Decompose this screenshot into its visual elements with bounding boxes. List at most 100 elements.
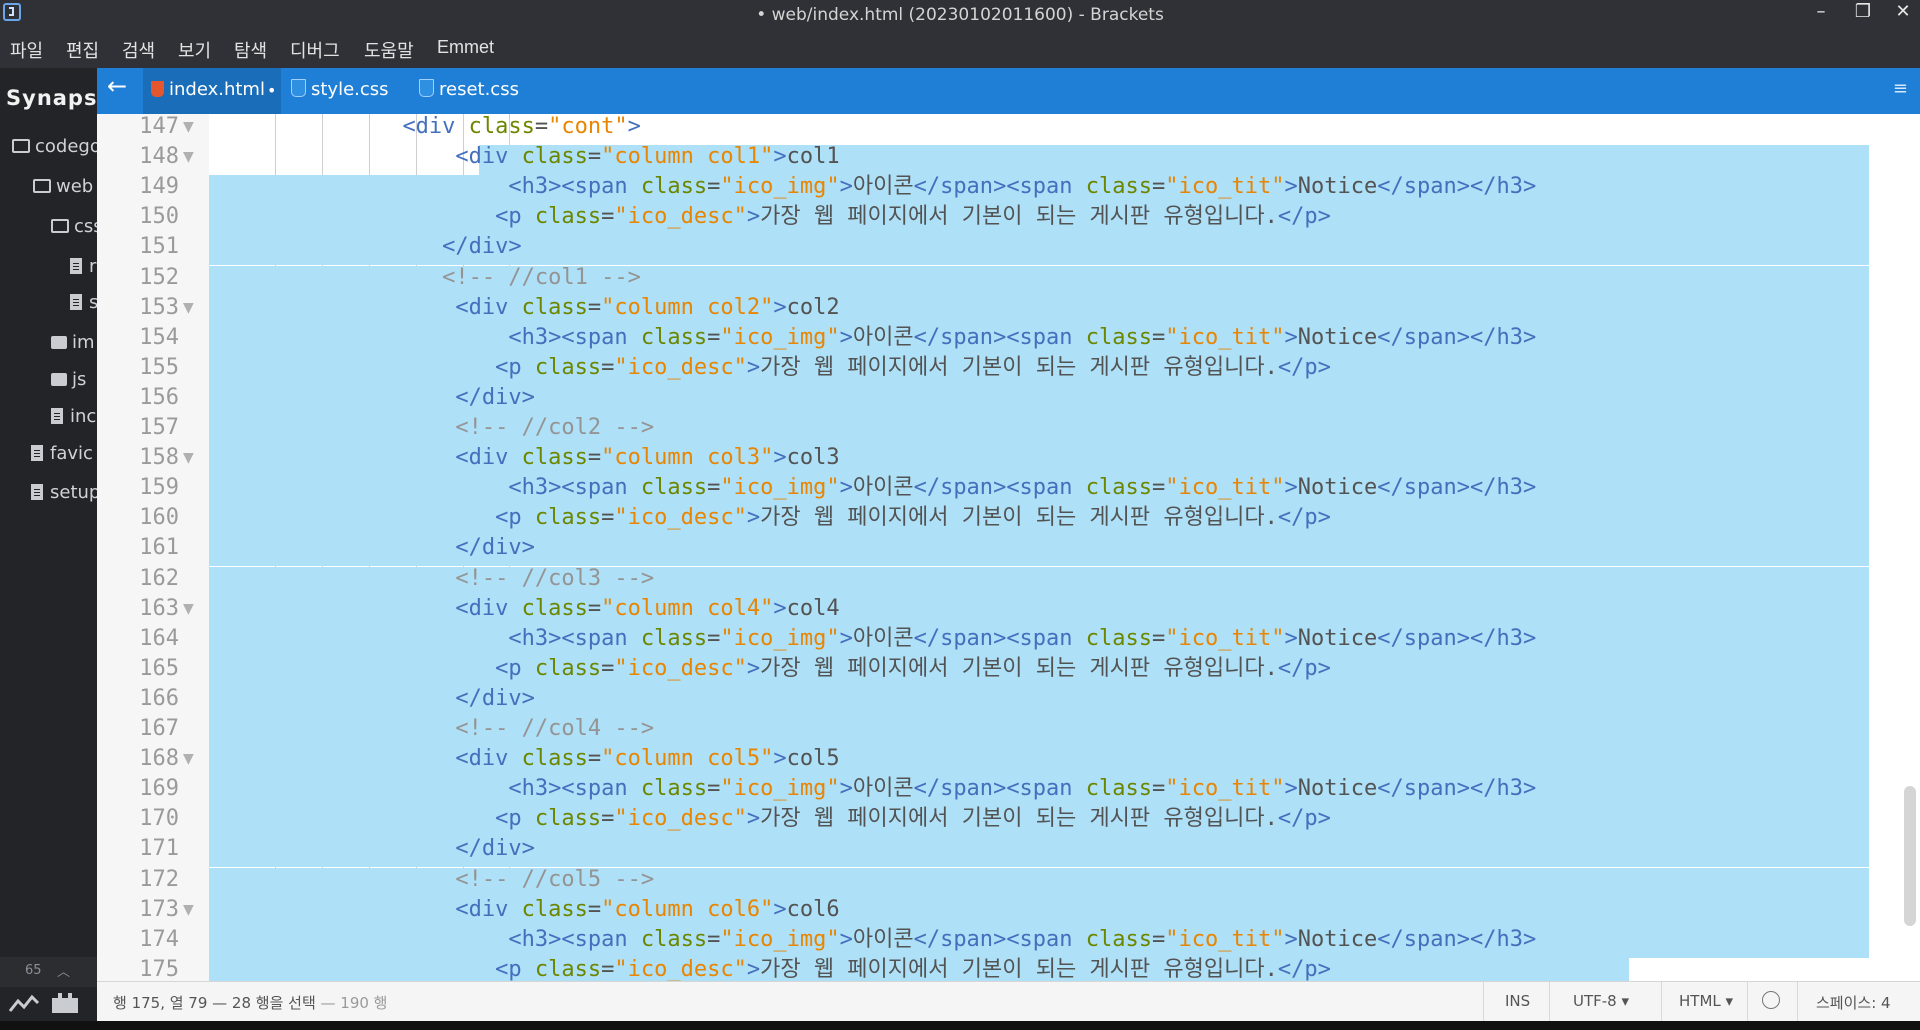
code-line[interactable]: <h3><span class="ico_img">아이콘</span><spa… [217,926,1536,956]
code-line[interactable]: <p class="ico_desc">가장 웹 페이지에서 기본이 되는 게시… [217,956,1331,981]
fold-arrow-icon[interactable]: ▼ [183,751,194,767]
tree-item-reset-css[interactable]: r [70,256,96,277]
line-number: 165 [139,655,179,681]
line-number: 163 [139,595,179,621]
project-sidebar: Synapse codego web css r s im js inc fav… [0,68,97,1030]
code-line[interactable]: </div> [217,835,534,865]
menu-view[interactable]: 보기 [178,37,211,63]
live-preview-icon[interactable] [8,993,40,1015]
code-area[interactable]: <div class="cont"> <div class="column co… [209,114,1920,981]
code-line[interactable]: <h3><span class="ico_img">아이콘</span><spa… [217,775,1536,805]
code-line[interactable]: <p class="ico_desc">가장 웹 페이지에서 기본이 되는 게시… [217,504,1331,534]
menu-file[interactable]: 파일 [10,37,43,63]
insert-mode-toggle[interactable]: INS [1505,992,1530,1010]
line-number: 147 [139,114,179,139]
line-number: 155 [139,354,179,380]
code-line[interactable]: <p class="ico_desc">가장 웹 페이지에서 기본이 되는 게시… [217,655,1331,685]
menu-emmet[interactable]: Emmet [437,37,494,58]
menu-navigate[interactable]: 탐색 [234,37,267,63]
minimize-button[interactable]: – [1801,0,1841,26]
linter-status-icon[interactable] [1762,991,1780,1009]
tab-index-html[interactable]: index.html • [143,68,281,114]
line-number: 170 [139,806,179,832]
extension-manager-icon[interactable] [50,991,80,1015]
code-line[interactable]: </div> [217,534,534,564]
tab-style-css[interactable]: style.css [285,68,405,114]
window-title: • web/index.html (20230102011600) - Brac… [756,5,1164,25]
line-number: 175 [139,956,179,981]
status-divider [1747,982,1748,1022]
tree-item-images[interactable]: im [51,332,95,353]
encoding-select[interactable]: UTF-8 ▾ [1573,992,1629,1010]
code-line[interactable]: <!-- //col3 --> [217,565,654,595]
fold-arrow-icon[interactable]: ▼ [183,601,194,617]
tree-item-index[interactable]: inc [51,406,96,427]
line-number: 149 [139,174,179,200]
code-line[interactable]: <!-- //col5 --> [217,866,654,896]
taskbar-edge [0,1021,1920,1030]
fold-arrow-icon[interactable]: ▼ [183,119,194,135]
menu-search[interactable]: 검색 [122,37,155,63]
code-line[interactable]: <div class="cont"> [217,114,640,143]
tree-item-js[interactable]: js [51,369,86,390]
tree-item-web[interactable]: web [33,176,93,197]
file-icon [31,445,43,461]
code-line[interactable]: <!-- //col4 --> [217,715,654,745]
language-select[interactable]: HTML ▾ [1679,992,1733,1010]
line-number: 159 [139,475,179,501]
file-icon [31,484,43,500]
fold-arrow-icon[interactable]: ▼ [183,902,194,918]
tree-item-css[interactable]: css [51,216,97,237]
code-line[interactable]: <!-- //col1 --> [217,264,641,294]
code-line[interactable]: </div> [217,233,521,263]
code-line[interactable]: <p class="ico_desc">가장 웹 페이지에서 기본이 되는 게시… [217,203,1331,233]
code-editor[interactable]: 147 ▼ 148 ▼ 149 150 151 152 153 ▼ 154 155 156 157 158 ▼… [97,114,1920,981]
menu-help[interactable]: 도움말 [364,37,414,63]
fold-arrow-icon[interactable]: ▼ [183,149,194,165]
line-number: 154 [139,324,179,350]
code-line[interactable]: </div> [217,384,534,414]
line-number: 161 [139,535,179,561]
vertical-scrollbar[interactable] [1904,786,1916,926]
fold-arrow-icon[interactable]: ▼ [183,300,194,316]
code-line[interactable]: </div> [217,685,534,715]
menu-lines-icon[interactable]: ≡ [1893,78,1908,99]
back-arrow-icon[interactable]: ← [107,72,127,100]
code-line[interactable]: <h3><span class="ico_img">아이콘</span><spa… [217,173,1536,203]
line-number: 168 [139,746,179,772]
close-button[interactable]: ✕ [1883,0,1920,26]
tab-reset-css[interactable]: reset.css [413,68,533,114]
sidebar-bottom-panel: 65 ︿ [0,943,97,1030]
sidebar-counter: 65 [25,963,42,978]
status-divider [1549,982,1550,1022]
tree-item-favicon[interactable]: favic [31,443,93,464]
code-line[interactable]: <div class="column col6">col6 [217,896,839,926]
code-line[interactable]: <p class="ico_desc">가장 웹 페이지에서 기본이 되는 게시… [217,354,1331,384]
code-line[interactable]: <div class="column col2">col2 [217,294,839,324]
code-line[interactable]: <div class="column col5">col5 [217,745,839,775]
code-line[interactable]: <!-- //col2 --> [217,414,654,444]
status-divider [1797,982,1798,1022]
indent-setting[interactable]: 스페이스: 4 [1816,992,1891,1013]
code-line[interactable]: <div class="column col1">col1 [217,143,839,173]
code-line[interactable]: <h3><span class="ico_img">아이콘</span><spa… [217,474,1536,504]
tree-item-codego[interactable]: codego [12,136,97,157]
menu-edit[interactable]: 편집 [66,37,99,63]
line-number: 156 [139,384,179,410]
html5-icon [151,81,164,97]
line-number: 167 [139,716,179,741]
folder-icon [51,373,67,386]
tree-item-setup[interactable]: setup [31,482,97,503]
code-line[interactable]: <div class="column col4">col4 [217,595,839,625]
code-line[interactable]: <h3><span class="ico_img">아이콘</span><spa… [217,324,1536,354]
menu-debug[interactable]: 디버그 [290,37,340,63]
code-line[interactable]: <p class="ico_desc">가장 웹 페이지에서 기본이 되는 게시… [217,805,1331,835]
tree-item-style-css[interactable]: s [70,292,97,313]
code-line[interactable]: <div class="column col3">col3 [217,444,839,474]
code-line[interactable]: <h3><span class="ico_img">아이콘</span><spa… [217,625,1536,655]
fold-arrow-icon[interactable]: ▼ [183,450,194,466]
restore-button[interactable]: ❐ [1843,0,1883,26]
chevron-up-icon[interactable]: ︿ [57,961,70,980]
project-title[interactable]: Synapse [6,86,97,110]
menu-bar: 파일 편집 검색 보기 탐색 디버그 도움말 Emmet [0,32,1920,68]
